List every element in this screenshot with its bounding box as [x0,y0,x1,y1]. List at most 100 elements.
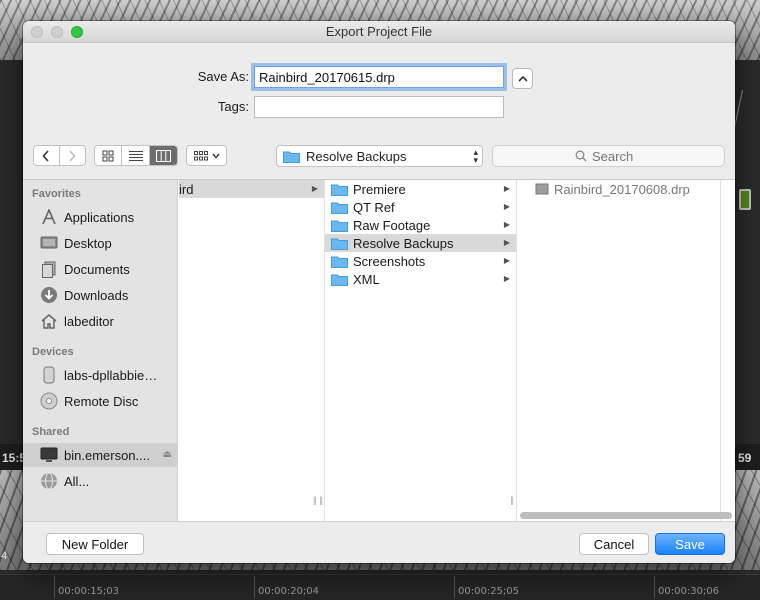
save-button[interactable]: Save [655,533,725,555]
sidebar-item-applications[interactable]: Applications [23,205,178,229]
background-timecode-right: 59 [738,451,752,465]
eject-icon[interactable]: ⏏ [163,449,172,460]
folder-item[interactable]: QT Ref ▶ [325,198,516,216]
disclosure-arrow-icon: ▶ [503,184,510,193]
applications-icon [39,208,58,226]
search-icon [575,150,587,162]
sidebar-item-home[interactable]: labeditor [23,309,178,333]
location-label: Resolve Backups [306,148,407,164]
new-folder-button[interactable]: New Folder [46,533,144,555]
list-view-button[interactable] [122,146,150,165]
chevron-down-icon [211,153,220,159]
column-resize-handle[interactable]: || [313,495,317,505]
sidebar-item-label: All... [64,473,90,489]
chevron-up-icon [517,75,528,82]
server-icon [39,446,58,464]
sidebar-item-all-network[interactable]: All... [23,469,178,493]
folder-icon [331,220,348,232]
ruler-mark: 00:00:25;05 [453,576,520,598]
dialog-title: Export Project File [325,24,433,39]
column-view-button[interactable] [149,146,177,165]
document-icon [535,183,549,195]
sidebar: Favorites Applications Desktop Documents [23,180,178,522]
search-input[interactable] [592,148,642,164]
documents-icon [39,260,58,278]
arrange-button[interactable] [186,145,227,166]
sidebar-header-devices: Devices [32,346,74,358]
disc-icon [39,392,58,410]
back-button[interactable] [34,146,60,165]
sidebar-item-label: bin.emerson.... [64,447,150,463]
export-project-dialog: Export Project File Save As: Tags: [23,21,735,563]
save-as-row: Save As: [23,66,735,88]
folder-item[interactable]: Screenshots ▶ [325,252,516,270]
sidebar-item-label: Applications [64,209,135,225]
sidebar-item-remote-disc[interactable]: Remote Disc [23,389,178,413]
location-popup[interactable]: Resolve Backups ▴ ▾ [276,145,483,167]
column-item-label: ird [179,181,194,197]
folder-item[interactable]: Resolve Backups ▶ [325,234,516,252]
folder-item-label: Raw Footage [353,217,431,233]
view-mode-control [94,145,178,166]
sidebar-header-shared: Shared [32,426,70,438]
sidebar-item-documents[interactable]: Documents [23,257,178,281]
background-timeline-ruler: 00:00:15;03 00:00:20;04 00:00:25;05 00:0… [0,574,760,600]
folder-item-label: QT Ref [353,199,395,215]
file-item-label: Rainbird_20170608.drp [554,181,690,197]
folder-item[interactable]: XML ▶ [325,270,516,288]
folder-item-label: Screenshots [353,253,426,269]
sidebar-item-label: Remote Disc [64,393,139,409]
popup-arrows-icon: ▴ ▾ [473,147,478,165]
sidebar-item-label: Downloads [64,287,129,303]
file-browser: Favorites Applications Desktop Documents [23,179,735,522]
title-bar: Export Project File [23,21,735,43]
browser-column-2: Premiere ▶ QT Ref ▶ Raw Footage ▶ Resolv… [313,180,517,522]
dialog-footer: New Folder Cancel Save [23,521,735,563]
forward-button[interactable] [60,146,85,165]
sidebar-item-downloads[interactable]: Downloads [23,283,178,307]
tags-label: Tags: [217,99,249,114]
folder-item[interactable]: Raw Footage ▶ [325,216,516,234]
icon-view-button[interactable] [95,146,123,165]
sidebar-header-favorites: Favorites [32,188,81,200]
folder-item-label: Premiere [353,181,406,197]
file-item[interactable]: Rainbird_20170608.drp [529,180,720,198]
column-item[interactable]: ird ▶ [179,180,324,198]
sidebar-item-label: Desktop [64,235,112,251]
expand-dialog-button[interactable] [512,68,533,89]
folder-icon [331,202,348,214]
folder-icon [331,238,348,250]
disclosure-arrow-icon: ▶ [503,238,510,247]
column-resize-handle[interactable]: || [319,495,323,505]
disclosure-arrow-icon: ▶ [503,202,510,211]
folder-item[interactable]: Premiere ▶ [325,180,516,198]
sidebar-item-drive[interactable]: labs-dpllabbie-01 [23,363,178,387]
ruler-mark: 00:00:15;03 [53,576,120,598]
navigation-buttons [33,145,86,166]
sidebar-item-server[interactable]: bin.emerson.... ⏏ [23,443,178,467]
save-as-field[interactable] [254,66,504,88]
save-as-label: Save As: [197,69,249,84]
folder-item-label: Resolve Backups [353,235,454,251]
search-field[interactable] [492,145,725,167]
ruler-mark: 00:00:20;04 [253,576,320,598]
cancel-button[interactable]: Cancel [579,533,649,555]
browser-toolbar: Resolve Backups ▴ ▾ [23,145,735,169]
tags-field[interactable] [254,96,504,118]
disclosure-arrow-icon: ▶ [311,184,318,193]
horizontal-scrollbar[interactable] [520,512,732,519]
folder-icon [283,151,300,163]
sidebar-item-desktop[interactable]: Desktop [23,231,178,255]
sidebar-item-label: labeditor [64,313,114,329]
disclosure-arrow-icon: ▶ [503,256,510,265]
network-icon [39,472,58,490]
column-view-icon [155,149,171,162]
folder-item-label: XML [353,271,380,287]
sidebar-item-label: labs-dpllabbie-01 [64,367,160,383]
tags-row: Tags: [23,96,735,118]
column-resize-handle[interactable]: || [510,495,514,505]
browser-column-1: ird ▶ || [179,180,325,522]
background-edge-marker: 4 [1,550,8,562]
drive-icon [39,366,58,384]
disclosure-arrow-icon: ▶ [503,220,510,229]
